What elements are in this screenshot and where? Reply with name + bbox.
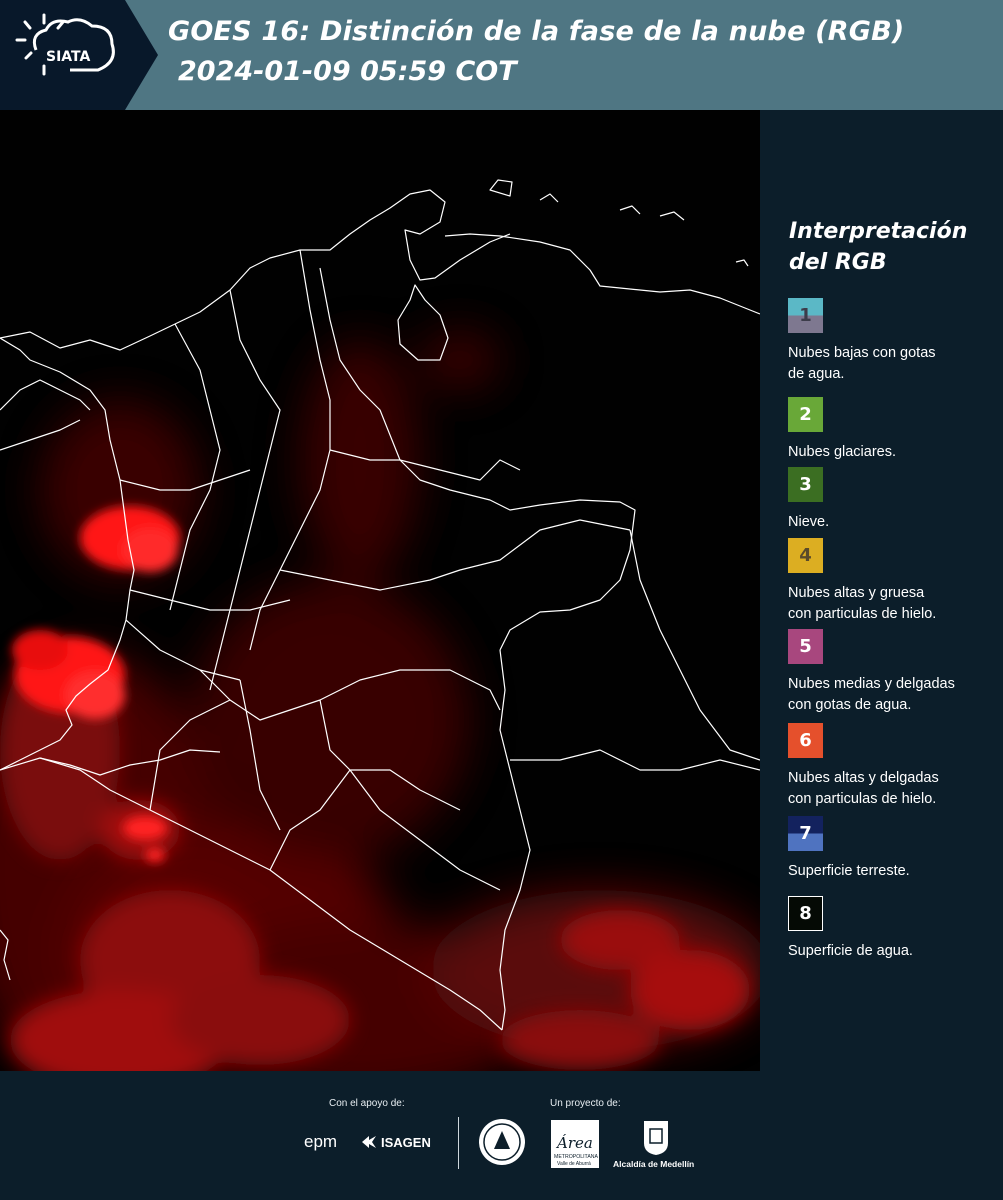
siata-logo-shape: SIATA [0, 0, 158, 110]
footer: Con el apoyo de: Un proyecto de: epm ISA… [0, 1071, 1003, 1200]
footer-divider [458, 1117, 459, 1169]
area-logo-name: Área [555, 1134, 593, 1152]
legend-swatch-1: 1 [788, 298, 823, 333]
epm-logo: epm [304, 1132, 338, 1151]
legend-swatch-number: 8 [799, 903, 812, 924]
legend-label-line-2: de agua. [788, 366, 845, 382]
legend-swatch-8: 8 [788, 896, 823, 931]
gobernacion-seal-icon [479, 1119, 525, 1165]
title-line-2: 2024-01-09 05:59 COT [178, 56, 517, 87]
legend-label-1: Nubes bajas con gotas de agua. [788, 343, 1003, 385]
map-image [0, 110, 760, 1071]
satellite-map [0, 110, 760, 1071]
legend-swatch-2: 2 [788, 397, 823, 432]
legend-label-2: Nubes glaciares. [788, 442, 1003, 463]
legend-title: Interpretación del RGB [789, 216, 989, 278]
legend-swatch-number: 3 [799, 474, 812, 495]
legend-label-line-2: con particulas de hielo. [788, 606, 937, 622]
legend-swatch-number: 1 [799, 305, 812, 326]
legend-panel: Interpretación del RGB 1 Nubes bajas con … [760, 110, 1003, 1071]
legend-label-line-1: Nieve. [788, 514, 830, 530]
legend-label-3: Nieve. [788, 512, 1003, 533]
legend-label-line-1: Nubes glaciares. [788, 444, 896, 460]
legend-label-line-2: con particulas de hielo. [788, 791, 937, 807]
legend-swatch-number: 7 [799, 823, 812, 844]
legend-swatch-6: 6 [788, 723, 823, 758]
area-metropolitana-logo-icon: Área METROPOLITANA Valle de Aburrá [551, 1120, 599, 1168]
support-caption: Con el apoyo de: [329, 1098, 405, 1109]
legend-label-4: Nubes altas y gruesa con particulas de hi… [788, 583, 1003, 625]
area-logo-sub2: Valle de Aburrá [557, 1161, 591, 1167]
legend-swatch-number: 4 [799, 545, 812, 566]
siata-logo: SIATA [0, 0, 158, 110]
legend-label-line-1: Superficie de agua. [788, 943, 913, 959]
legend-label-line-1: Nubes medias y delgadas [788, 676, 955, 692]
medellin-coat-of-arms-icon [644, 1121, 668, 1155]
siata-logo-text: SIATA [46, 49, 91, 65]
legend-title-line-2: del RGB [789, 250, 887, 275]
legend-label-8: Superficie de agua. [788, 941, 1003, 962]
legend-title-line-1: Interpretación [789, 219, 968, 244]
legend-swatch-4: 4 [788, 538, 823, 573]
legend-swatch-7: 7 [788, 816, 823, 851]
legend-swatch-3: 3 [788, 467, 823, 502]
legend-label-line-1: Nubes bajas con gotas [788, 345, 936, 361]
legend-label-7: Superficie terreste. [788, 861, 1003, 882]
isagen-logo: ISAGEN [381, 1135, 431, 1150]
alcaldia-logo-text: Alcaldía de Medellín [613, 1159, 695, 1169]
legend-swatch-number: 2 [799, 404, 812, 425]
legend-swatch-number: 5 [799, 636, 812, 657]
project-caption: Un proyecto de: [550, 1098, 621, 1109]
legend-label-line-1: Superficie terreste. [788, 863, 910, 879]
legend-label-line-1: Nubes altas y delgadas [788, 770, 939, 786]
legend-label-6: Nubes altas y delgadas con particulas de … [788, 768, 1003, 810]
area-logo-sub1: METROPOLITANA [554, 1154, 599, 1160]
legend-label-5: Nubes medias y delgadas con gotas de agua… [788, 674, 1003, 716]
legend-label-line-2: con gotas de agua. [788, 697, 912, 713]
legend-swatch-5: 5 [788, 629, 823, 664]
legend-label-line-1: Nubes altas y gruesa [788, 585, 925, 601]
title-line-1: GOES 16: Distinción de la fase de la nub… [168, 16, 905, 47]
isagen-logo-icon [362, 1136, 376, 1148]
header-bar: SIATA GOES 16: Distinción de la fase de … [0, 0, 1003, 110]
legend-swatch-number: 6 [799, 730, 812, 751]
